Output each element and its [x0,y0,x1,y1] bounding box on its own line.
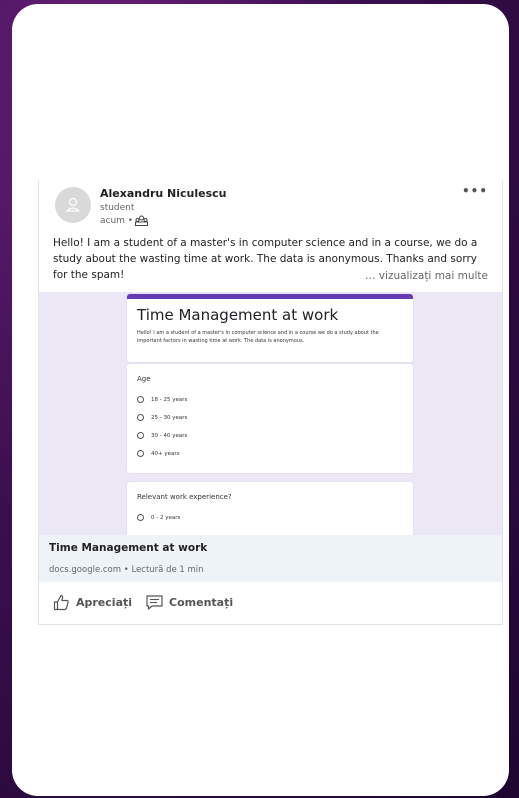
radio-option: 18 - 25 years [137,396,187,403]
radio-option: 30 - 40 years [137,432,187,439]
radio-option: 25 - 30 years [137,414,187,421]
option-label: 30 - 40 years [151,432,188,439]
like-button[interactable]: Apreciați [53,594,132,611]
author-headline: student [100,203,135,213]
link-preview-image[interactable]: Time Management at work Hello! I am a st… [39,292,502,535]
comment-button[interactable]: Comentați [146,594,233,611]
form-header-card: Time Management at work Hello! I am a st… [127,294,413,362]
option-label: 0 - 2 years [151,514,181,521]
see-more-link[interactable]: … vizualizați mai multe [358,268,488,284]
comment-icon [146,595,163,610]
like-label: Apreciați [76,596,133,609]
option-label: 25 - 30 years [151,414,188,421]
radio-circle-icon [137,514,144,521]
link-source: docs.google.com • Lectură de 1 min [49,565,204,575]
radio-option: 40+ years [137,450,180,457]
radio-option: 0 - 2 years [137,514,180,521]
question-label: Relevant work experience? [137,493,232,501]
link-title[interactable]: Time Management at work [49,542,207,554]
comment-label: Comentați [169,596,234,609]
person-icon [65,197,81,212]
form-title: Time Management at work [137,306,339,324]
post-actions: Apreciați Comentați [53,594,233,611]
option-label: 18 - 25 years [151,396,188,403]
connections-visibility-icon [135,215,149,226]
feed-post: Alexandru Niculescu student acum • ••• H… [38,180,503,625]
form-question-card: Age 18 - 25 years 25 - 30 years 30 - 40 … [127,364,413,473]
post-time-text: acum • [100,215,134,226]
more-options-button[interactable]: ••• [462,184,488,198]
option-label: 40+ years [151,450,180,457]
avatar[interactable] [55,187,91,223]
radio-circle-icon [137,396,144,403]
form-question-card: Relevant work experience? 0 - 2 years [127,482,413,535]
thumbs-up-icon [53,594,69,611]
post-time: acum • [100,215,149,226]
radio-circle-icon [137,414,144,421]
form-description: Hello! I am a student of a master's in c… [137,330,379,344]
question-label: Age [137,375,151,383]
radio-circle-icon [137,450,144,457]
link-preview-title-bar[interactable]: Time Management at work docs.google.com … [39,535,502,582]
author-name[interactable]: Alexandru Niculescu [100,187,227,200]
radio-circle-icon [137,432,144,439]
